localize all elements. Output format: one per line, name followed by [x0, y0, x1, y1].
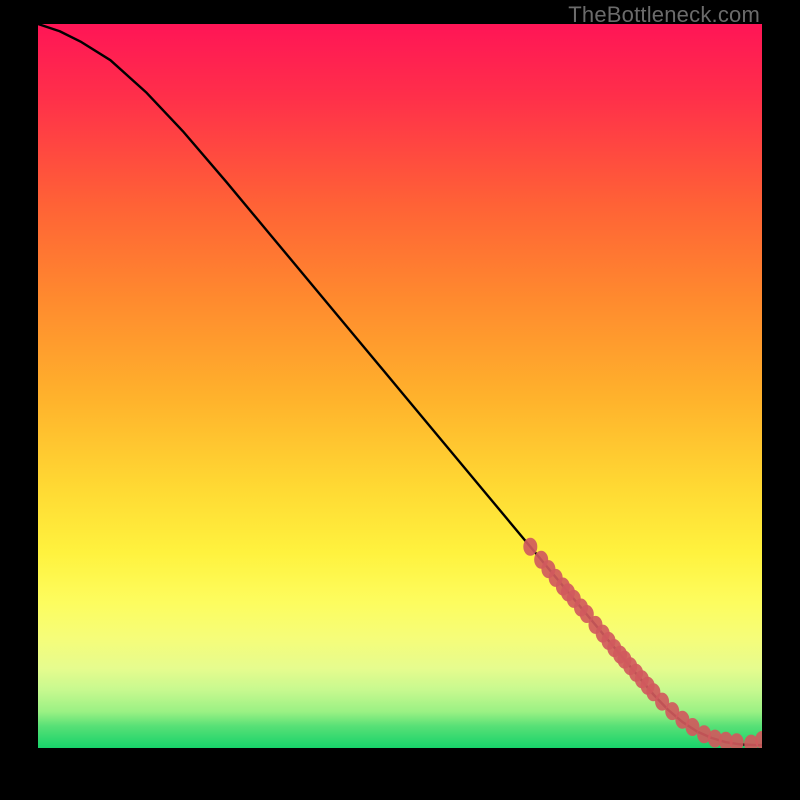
marker-dot: [730, 733, 744, 748]
chart-overlay-svg: [38, 24, 762, 748]
chart-stage: TheBottleneck.com: [0, 0, 800, 800]
main-curve: [38, 24, 762, 745]
plot-area: [38, 24, 762, 748]
marker-dot: [523, 538, 537, 556]
scatter-markers: [523, 538, 762, 748]
